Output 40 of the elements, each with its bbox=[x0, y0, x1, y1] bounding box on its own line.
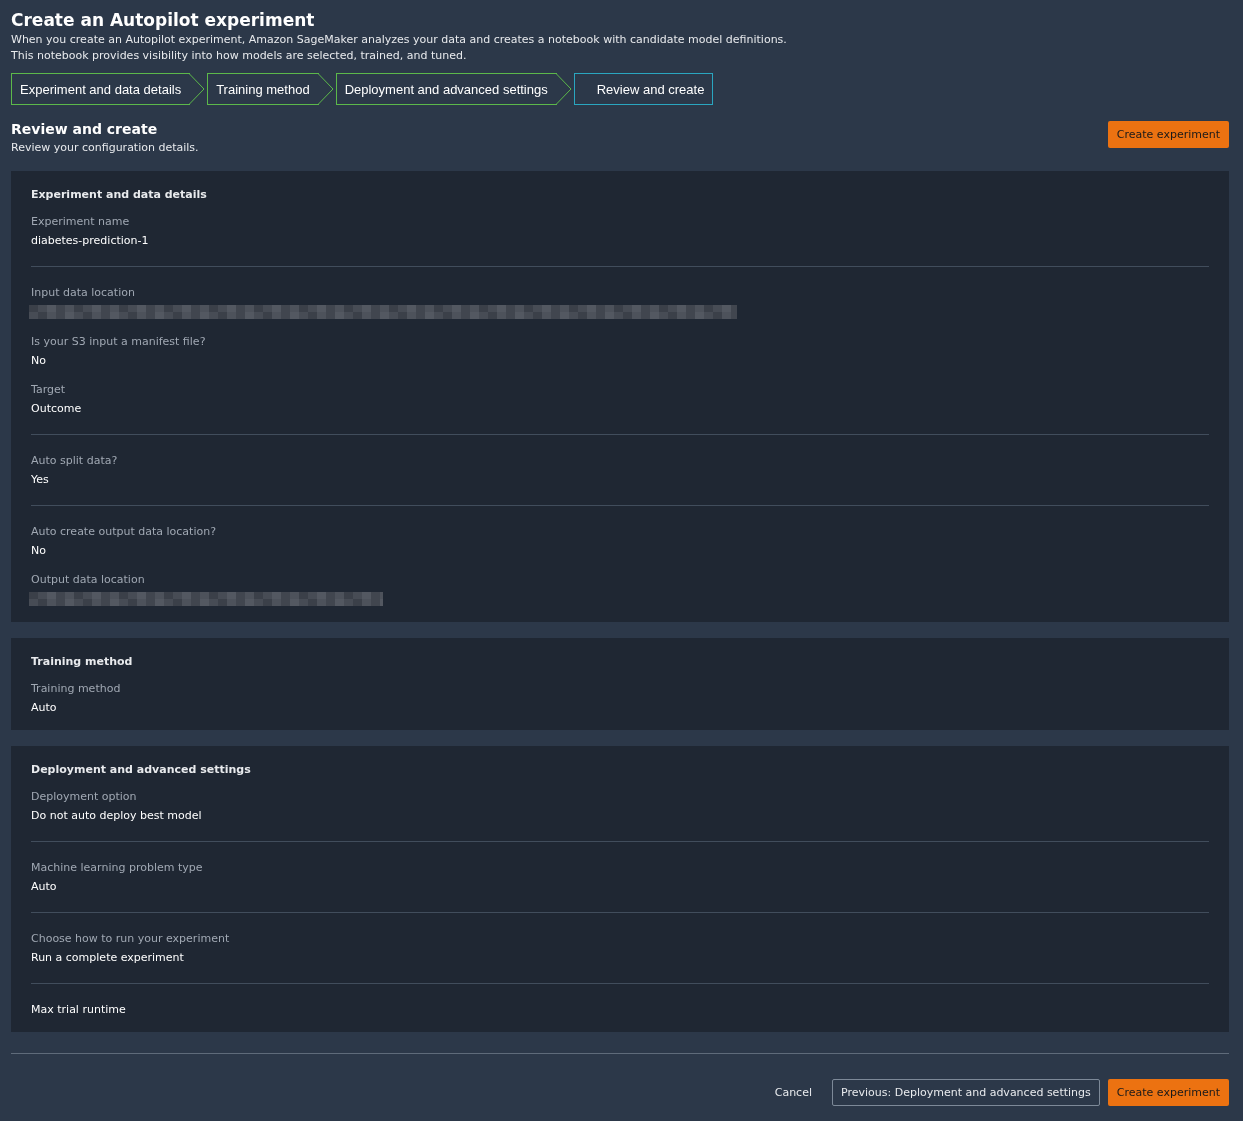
previous-button[interactable]: Previous: Deployment and advanced settings bbox=[832, 1079, 1100, 1106]
field-label: Input data location bbox=[31, 286, 136, 299]
cancel-button[interactable]: Cancel bbox=[762, 1079, 824, 1106]
field-value: Yes bbox=[31, 473, 50, 486]
field-label: Experiment name bbox=[31, 215, 131, 228]
field-label: Auto create output data location? bbox=[31, 525, 217, 538]
field-value: No bbox=[31, 544, 47, 557]
card-title: Experiment and data details bbox=[31, 188, 208, 201]
page-description: When you create an Autopilot experiment, Amazon SageMaker analyzes your data and creates a notebook with candidate model definitions. bbox=[11, 32, 788, 48]
field-value: Do not auto deploy best model bbox=[31, 809, 203, 822]
chevron-icon bbox=[317, 73, 334, 105]
field-value: diabetes-prediction-1 bbox=[31, 234, 150, 247]
field-value: Auto bbox=[31, 880, 58, 893]
field-label: Training method bbox=[31, 682, 122, 695]
wizard-step[interactable]: Experiment and data details bbox=[11, 73, 206, 105]
section-subtitle: Review your configuration details. bbox=[11, 141, 199, 154]
card-title: Training method bbox=[31, 655, 134, 668]
section-heading: Review and create bbox=[11, 121, 159, 137]
field-label: Deployment option bbox=[31, 790, 138, 803]
field-label: Machine learning problem type bbox=[31, 861, 204, 874]
field-label: Choose how to run your experiment bbox=[31, 932, 231, 945]
field-label: Is your S3 input a manifest file? bbox=[31, 335, 207, 348]
wizard-step[interactable]: Review and create bbox=[573, 73, 714, 105]
chevron-icon bbox=[189, 73, 206, 105]
field-value: No bbox=[31, 354, 47, 367]
field-label: Max trial runtime bbox=[31, 1003, 127, 1016]
field-label: Auto split data? bbox=[31, 454, 119, 467]
field-label: Target bbox=[31, 383, 67, 396]
chevron-icon bbox=[555, 73, 572, 105]
page-title: Create an Autopilot experiment bbox=[11, 10, 316, 30]
page-description: This notebook provides visibility into how models are selected, trained, and tuned. bbox=[11, 48, 468, 64]
field-value: Outcome bbox=[31, 402, 83, 415]
create-experiment-button[interactable]: Create experiment bbox=[1107, 1079, 1229, 1106]
create-experiment-button[interactable]: Create experiment bbox=[1107, 121, 1229, 148]
wizard-step[interactable]: Deployment and advanced settings bbox=[335, 73, 572, 105]
field-value: Auto bbox=[31, 701, 58, 714]
field-value: Run a complete experiment bbox=[31, 951, 185, 964]
field-label: Output data location bbox=[31, 573, 146, 586]
card-title: Deployment and advanced settings bbox=[31, 763, 252, 776]
wizard-step[interactable]: Training method bbox=[207, 73, 334, 105]
